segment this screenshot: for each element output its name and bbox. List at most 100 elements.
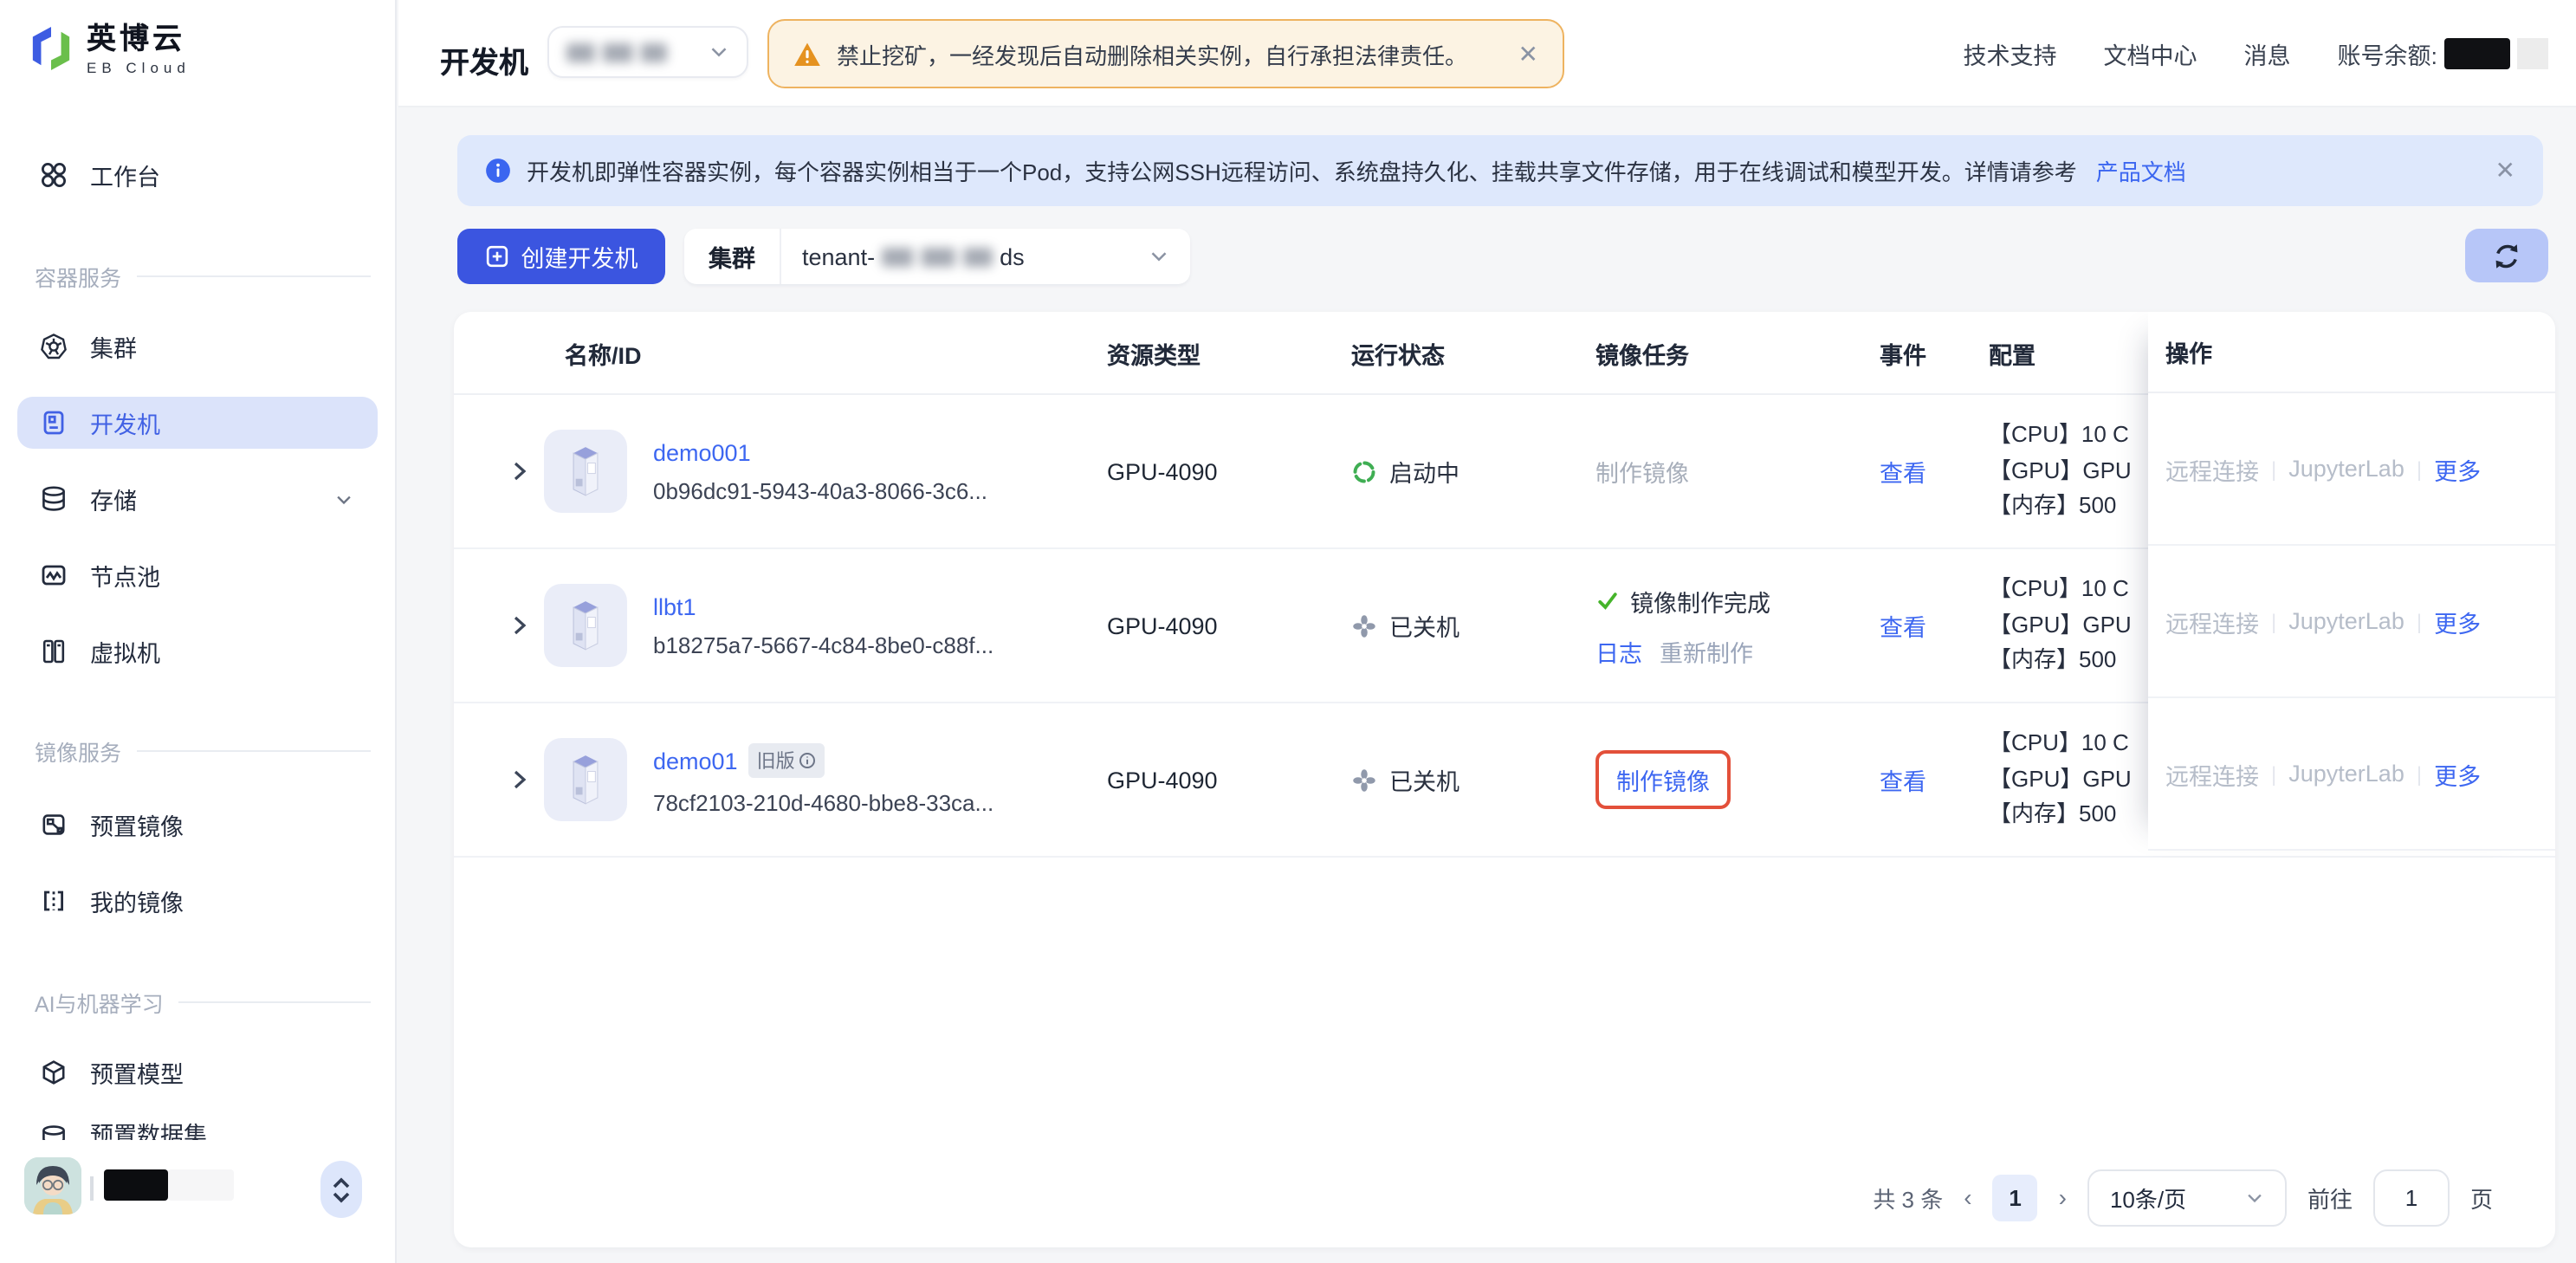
- goto-label: 前往: [2307, 1181, 2353, 1214]
- sidebar-section-image-services: 镜像服务: [0, 735, 395, 766]
- server-illustration-icon: [544, 584, 627, 667]
- page-number-button[interactable]: 1: [1993, 1174, 2038, 1221]
- pagination: 共 3 条 ‹ 1 › 10条/页 前往 页: [1873, 1168, 2493, 1227]
- sidebar-item-label: 节点池: [90, 558, 160, 593]
- balance-label: 账号余额:: [2337, 36, 2437, 71]
- cluster-value: tenant- ds: [781, 243, 1025, 269]
- brand-cube-icon: [29, 24, 73, 73]
- create-devmachine-button[interactable]: 创建开发机: [457, 229, 665, 284]
- info-icon: [485, 158, 511, 184]
- warning-icon: [793, 41, 821, 67]
- sidebar-item-label: 集群: [90, 329, 137, 364]
- instance-name-link[interactable]: demo001: [653, 439, 987, 465]
- sidebar-item-cluster[interactable]: 集群: [17, 321, 378, 372]
- product-docs-link[interactable]: 产品文档: [2096, 154, 2186, 187]
- warning-text: 禁止挖矿，一经发现后自动删除相关实例，自行承担法律责任。: [837, 37, 1467, 70]
- username-redacted-tail: [168, 1169, 234, 1201]
- devmachine-icon: [40, 409, 68, 437]
- plus-square-icon: [485, 244, 509, 269]
- nav-link-support[interactable]: 技术支持: [1963, 36, 2056, 71]
- sidebar-item-preset-images[interactable]: 预置镜像: [17, 799, 378, 851]
- chevron-down-icon: [2245, 1188, 2264, 1207]
- task-rebuild-link[interactable]: 重新制作: [1660, 633, 1753, 668]
- more-actions-link[interactable]: 更多: [2434, 604, 2481, 638]
- account-switcher-button[interactable]: [320, 1161, 362, 1218]
- sidebar-item-preset-models[interactable]: 预置模型: [17, 1046, 378, 1098]
- task-log-link[interactable]: 日志: [1595, 633, 1642, 668]
- user-bar: [0, 1140, 395, 1263]
- operations-fixed-column: 操作 远程连接 | JupyterLab | 更多 远程连接 | Jupyter…: [2148, 312, 2555, 851]
- prev-page-button[interactable]: ‹: [1964, 1183, 1971, 1211]
- col-header-operations: 操作: [2148, 312, 2555, 393]
- refresh-icon: [2493, 242, 2521, 269]
- balance-redacted: [2444, 38, 2510, 69]
- page-size-select[interactable]: 10条/页: [2087, 1169, 2287, 1226]
- instance-name-link[interactable]: llbt1: [653, 593, 994, 619]
- row-expand-button[interactable]: [454, 613, 544, 638]
- server-illustration-icon: [544, 738, 627, 821]
- view-events-link[interactable]: 查看: [1880, 608, 1989, 643]
- sidebar-item-devmachine[interactable]: 开发机: [17, 397, 378, 449]
- col-header-resource-type: 资源类型: [1107, 335, 1351, 370]
- col-header-run-status: 运行状态: [1351, 335, 1595, 370]
- row-operations: 远程连接 | JupyterLab | 更多: [2148, 546, 2555, 698]
- fan-off-icon: [1351, 612, 1377, 638]
- create-button-label: 创建开发机: [521, 239, 638, 274]
- row-operations: 远程连接 | JupyterLab | 更多: [2148, 393, 2555, 546]
- username-redacted: [104, 1169, 168, 1201]
- jupyterlab-link[interactable]: JupyterLab: [2288, 761, 2404, 787]
- topbar-right: 技术支持 文档中心 消息 账号余额:: [1963, 0, 2548, 107]
- resource-type: GPU-4090: [1107, 767, 1351, 793]
- close-icon[interactable]: ✕: [1518, 39, 1538, 68]
- view-events-link[interactable]: 查看: [1880, 762, 1989, 797]
- server-illustration-icon: [544, 430, 627, 513]
- app-window: 英博云 EB Cloud 工作台 容器服务: [0, 0, 2576, 1263]
- nav-link-messages[interactable]: 消息: [2243, 36, 2290, 71]
- goto-page-input[interactable]: [2373, 1169, 2450, 1226]
- more-actions-link[interactable]: 更多: [2434, 756, 2481, 791]
- make-image-button-highlighted[interactable]: 制作镜像: [1595, 750, 1731, 809]
- row-expand-button[interactable]: [454, 459, 544, 483]
- sidebar-item-my-images[interactable]: 我的镜像: [17, 875, 378, 927]
- sidebar-section-container-services: 容器服务: [0, 260, 395, 291]
- more-actions-link[interactable]: 更多: [2434, 451, 2481, 486]
- cluster-value-redacted: [882, 247, 993, 266]
- jupyterlab-link[interactable]: JupyterLab: [2288, 608, 2404, 634]
- status-label: 已关机: [1389, 762, 1460, 797]
- sidebar-item-label: 开发机: [90, 405, 160, 440]
- instance-name-link[interactable]: demo01 旧版: [653, 743, 994, 778]
- remote-connect-link[interactable]: 远程连接: [2165, 451, 2259, 486]
- sidebar-item-vm[interactable]: 虚拟机: [17, 625, 378, 677]
- instance-id: b18275a7-5667-4c84-8be0-c88f...: [653, 632, 994, 657]
- instance-id: 0b96dc91-5943-40a3-8066-3c6...: [653, 477, 987, 503]
- sidebar-item-nodepool[interactable]: 节点池: [17, 549, 378, 601]
- sidebar-item-preset-datasets[interactable]: 预置数据集: [17, 1107, 378, 1140]
- brackets-icon: [40, 887, 68, 915]
- workspace-select[interactable]: [547, 26, 748, 78]
- database-icon: [40, 485, 68, 513]
- sidebar-item-storage[interactable]: 存储: [17, 473, 378, 525]
- legacy-badge: 旧版: [748, 743, 825, 778]
- topbar: 开发机 禁止挖矿，一经发现后自动删除相关实例，自行承担法律责任。 ✕ 技术支持 …: [398, 0, 2576, 107]
- nav-link-docs[interactable]: 文档中心: [2103, 36, 2197, 71]
- sidebar-item-label: 预置镜像: [90, 807, 184, 842]
- fan-off-icon: [1351, 767, 1377, 793]
- refresh-button[interactable]: [2465, 229, 2548, 282]
- resource-type: GPU-4090: [1107, 612, 1351, 638]
- remote-connect-link[interactable]: 远程连接: [2165, 604, 2259, 638]
- view-events-link[interactable]: 查看: [1880, 454, 1989, 489]
- chevron-down-icon: [1149, 246, 1169, 267]
- sidebar-item-label: 工作台: [90, 158, 160, 192]
- remote-connect-link[interactable]: 远程连接: [2165, 756, 2259, 791]
- avatar[interactable]: [24, 1157, 81, 1214]
- server-racks-icon: [40, 638, 68, 665]
- row-expand-button[interactable]: [454, 768, 544, 792]
- sidebar: 英博云 EB Cloud 工作台 容器服务: [0, 0, 397, 1263]
- image-icon: [40, 811, 68, 839]
- close-icon[interactable]: ✕: [2495, 156, 2515, 185]
- sidebar-item-label: 虚拟机: [90, 634, 160, 669]
- next-page-button[interactable]: ›: [2059, 1183, 2067, 1211]
- jupyterlab-link[interactable]: JupyterLab: [2288, 456, 2404, 482]
- cluster-select[interactable]: 集群 tenant- ds: [684, 229, 1190, 284]
- sidebar-item-workbench[interactable]: 工作台: [17, 149, 378, 201]
